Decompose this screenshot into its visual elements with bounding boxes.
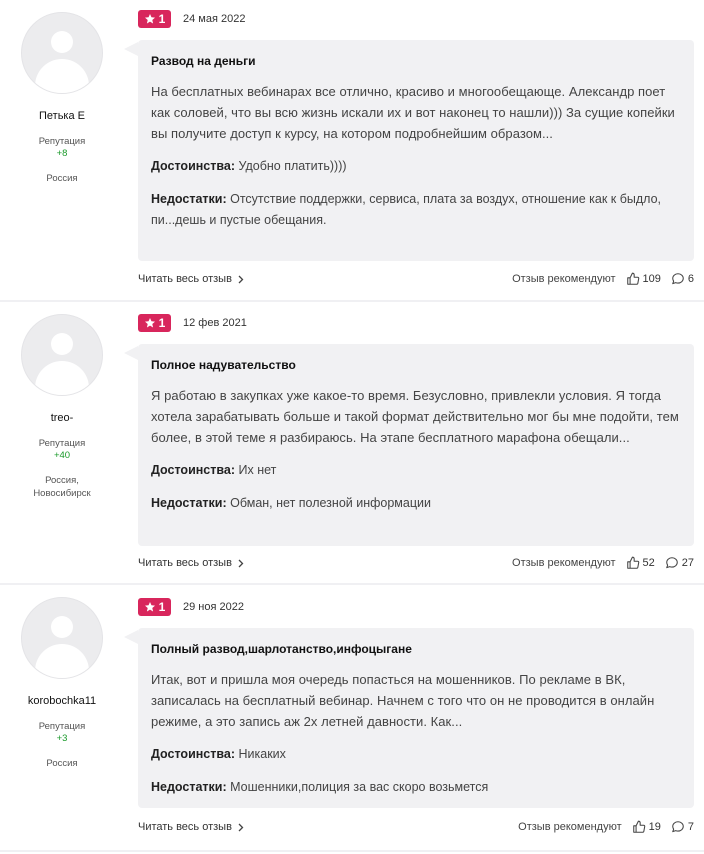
read-more-link[interactable]: Читать весь отзыв <box>138 557 244 569</box>
thumbs-up-icon <box>632 820 645 833</box>
review-content: Развод на деньги На бесплатных вебинарах… <box>124 40 694 261</box>
chevron-right-icon <box>238 823 244 831</box>
review-text: Я работаю в закупках уже какое-то время.… <box>151 388 679 445</box>
review-footer: Читать весь отзыв Отзыв рекомендуют 109 … <box>138 270 694 288</box>
review-footer: Читать весь отзыв Отзыв рекомендуют 19 7 <box>138 818 694 836</box>
review-cons: Недостатки: Мошенники,полиция за вас ско… <box>151 777 680 798</box>
review-pros: Достоинства: Удобно платить)))) <box>151 156 680 177</box>
review-pros: Достоинства: Их нет <box>151 460 680 481</box>
review-meta: 1 24 мая 2022 <box>138 10 245 28</box>
review-date: 29 ноя 2022 <box>183 601 244 613</box>
rating-badge: 1 <box>138 598 171 616</box>
comment-count: 7 <box>687 821 694 833</box>
read-more-label: Читать весь отзыв <box>138 273 232 285</box>
star-icon <box>144 318 155 328</box>
thumbs-up-icon <box>626 556 639 569</box>
pros-label: Достоинства: <box>151 159 236 173</box>
reputation-value: +8 <box>56 148 68 159</box>
review-card: korobochka11 Репутация +3 Россия 1 29 но… <box>0 585 704 850</box>
pros-label: Достоинства: <box>151 747 236 761</box>
reputation-label: Репутация <box>38 438 86 449</box>
like-count: 19 <box>648 821 661 833</box>
comment-count: 6 <box>687 273 694 285</box>
thumbs-up-icon <box>626 272 639 285</box>
pros-text: Никаких <box>238 747 286 761</box>
review-card: treo- Репутация +40 Россия, Новосибирск … <box>0 302 704 584</box>
pros-text: Их нет <box>238 463 277 477</box>
read-more-label: Читать весь отзыв <box>138 557 232 569</box>
review-meta: 1 29 ноя 2022 <box>138 598 244 616</box>
comment-count: 27 <box>681 557 694 569</box>
review-cons: Недостатки: Отсутствие поддержки, сервис… <box>151 189 680 231</box>
review-divider <box>0 850 704 852</box>
author-name[interactable]: treo- <box>0 412 124 424</box>
cons-text: Отсутствие поддержки, сервиса, плата за … <box>151 192 661 227</box>
review-title[interactable]: Полный развод,шарлотанство,инфоцыгане <box>151 641 680 657</box>
rating-value: 1 <box>158 316 166 330</box>
review-footer: Читать весь отзыв Отзыв рекомендуют 52 2… <box>138 554 694 572</box>
review-author: Петька Е Репутация +8 Россия <box>0 12 124 185</box>
comments-button[interactable]: 6 <box>671 272 694 286</box>
like-count: 109 <box>642 273 661 285</box>
review-title[interactable]: Полное надувательство <box>151 357 680 373</box>
review-author: treo- Репутация +40 Россия, Новосибирск <box>0 314 124 500</box>
comment-bubble-icon <box>672 821 684 833</box>
cons-label: Недостатки: <box>151 496 227 510</box>
author-name[interactable]: Петька Е <box>0 110 124 122</box>
rating-value: 1 <box>158 12 166 26</box>
recommend-label: Отзыв рекомендуют <box>512 557 616 569</box>
cons-text: Обман, нет полезной информации <box>230 496 431 510</box>
cons-label: Недостатки: <box>151 780 227 794</box>
comments-button[interactable]: 27 <box>665 556 694 570</box>
like-count: 52 <box>642 557 655 569</box>
star-icon <box>144 602 155 612</box>
review-title[interactable]: Развод на деньги <box>151 53 680 69</box>
review-content: Полный развод,шарлотанство,инфоцыгане Ит… <box>124 628 694 808</box>
review-date: 12 фев 2021 <box>183 317 247 329</box>
review-text: На бесплатных вебинарах все отлично, кра… <box>151 84 675 141</box>
review-date: 24 мая 2022 <box>183 13 246 25</box>
review-meta: 1 12 фев 2021 <box>138 314 247 332</box>
review-author: korobochka11 Репутация +3 Россия <box>0 597 124 770</box>
recommend-label: Отзыв рекомендуют <box>518 821 622 833</box>
avatar[interactable] <box>21 12 103 94</box>
reputation-label: Репутация <box>38 721 86 732</box>
avatar[interactable] <box>21 597 103 679</box>
comment-bubble-icon <box>672 273 684 285</box>
review-pros: Достоинства: Никаких <box>151 744 680 765</box>
recommend-label: Отзыв рекомендуют <box>512 273 616 285</box>
comments-button[interactable]: 7 <box>671 820 694 834</box>
author-location: Россия <box>46 758 78 769</box>
like-button[interactable]: 52 <box>626 556 655 570</box>
read-more-label: Читать весь отзыв <box>138 821 232 833</box>
chevron-right-icon <box>238 275 244 283</box>
read-more-link[interactable]: Читать весь отзыв <box>138 273 244 285</box>
rating-badge: 1 <box>138 10 171 28</box>
rating-value: 1 <box>158 600 166 614</box>
read-more-link[interactable]: Читать весь отзыв <box>138 821 244 833</box>
pros-text: Удобно платить)))) <box>238 159 347 173</box>
reputation-label: Репутация <box>38 136 86 147</box>
review-cons: Недостатки: Обман, нет полезной информац… <box>151 493 680 514</box>
author-name[interactable]: korobochka11 <box>0 695 124 707</box>
star-icon <box>144 14 155 24</box>
rating-badge: 1 <box>138 314 171 332</box>
chevron-right-icon <box>238 559 244 567</box>
review-text: Итак, вот и пришла моя очередь попасться… <box>151 672 655 729</box>
review-content: Полное надувательство Я работаю в закупк… <box>124 344 694 546</box>
reputation-value: +3 <box>56 733 68 744</box>
comment-bubble-icon <box>665 557 678 569</box>
reputation-value: +40 <box>53 450 71 461</box>
author-location: Россия, Новосибирск <box>33 475 91 499</box>
like-button[interactable]: 19 <box>632 820 661 834</box>
cons-text: Мошенники,полиция за вас скоро возьмется <box>230 780 489 794</box>
pros-label: Достоинства: <box>151 463 236 477</box>
cons-label: Недостатки: <box>151 192 227 206</box>
review-card: Петька Е Репутация +8 Россия 1 24 мая 20… <box>0 0 704 302</box>
author-location: Россия <box>46 173 78 184</box>
like-button[interactable]: 109 <box>626 272 661 286</box>
avatar[interactable] <box>21 314 103 396</box>
